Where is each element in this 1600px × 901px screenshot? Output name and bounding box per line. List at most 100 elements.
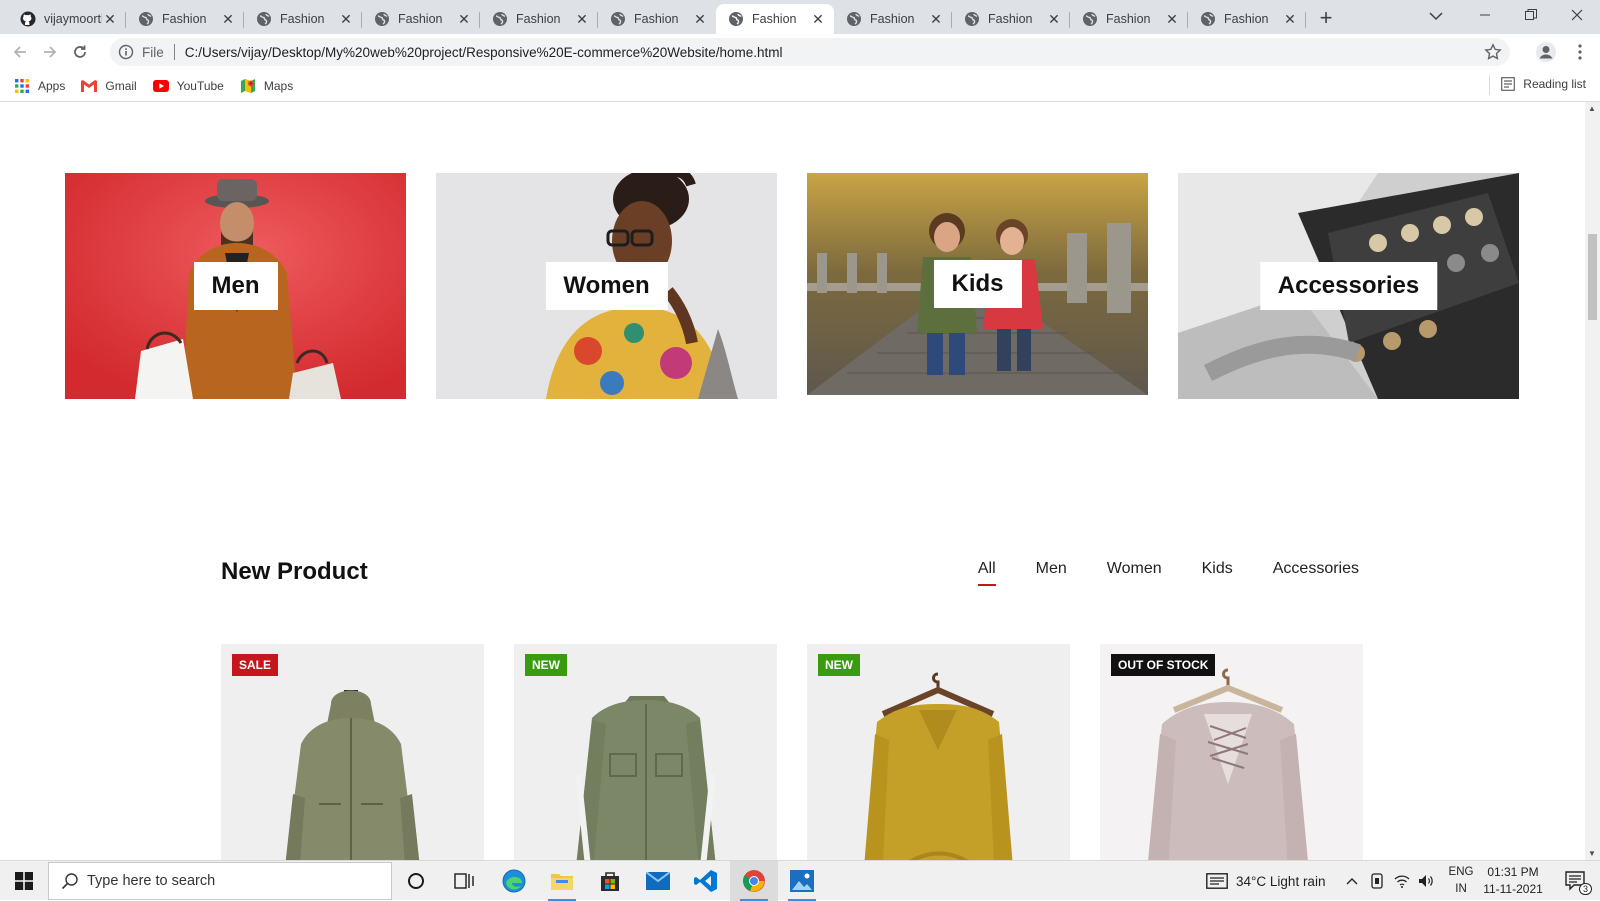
cortana-button[interactable]	[392, 861, 440, 901]
browser-tab[interactable]: Fashion ✕	[834, 4, 952, 34]
info-icon[interactable]	[118, 44, 134, 60]
forward-button[interactable]	[36, 38, 64, 66]
star-icon[interactable]	[1484, 43, 1502, 61]
product-card[interactable]: NEW	[807, 644, 1070, 860]
close-icon[interactable]: ✕	[456, 11, 472, 27]
filter-tab-men[interactable]: Men	[1036, 560, 1067, 578]
filter-tab-accessories[interactable]: Accessories	[1273, 560, 1359, 578]
close-icon[interactable]: ✕	[928, 11, 944, 27]
browser-tab[interactable]: Fashion ✕	[480, 4, 598, 34]
browser-tab[interactable]: Fashion ✕	[598, 4, 716, 34]
tab-search-button[interactable]	[1422, 4, 1450, 28]
start-button[interactable]	[0, 861, 48, 901]
weather-widget[interactable]: 34°C Light rain	[1206, 861, 1325, 901]
close-window-button[interactable]	[1554, 0, 1600, 30]
filter-tab-kids[interactable]: Kids	[1202, 560, 1233, 578]
scroll-up-arrow-icon[interactable]: ▲	[1588, 104, 1596, 113]
product-badge-new: NEW	[525, 654, 567, 676]
action-center-button[interactable]: 3	[1552, 861, 1600, 901]
device-icon[interactable]	[1370, 873, 1384, 889]
bookmark-label: Apps	[38, 78, 66, 93]
bookmark-label: Maps	[263, 78, 294, 93]
new-tab-button[interactable]: +	[1310, 4, 1342, 34]
product-card[interactable]: NEW	[514, 644, 777, 860]
close-icon[interactable]: ✕	[692, 11, 708, 27]
bookmark-maps[interactable]: Maps	[240, 78, 293, 94]
taskbar-clock[interactable]: 01:31 PM 11-11-2021	[1480, 864, 1546, 898]
browser-tab[interactable]: Fashion ✕	[126, 4, 244, 34]
page-scrollbar[interactable]: ▲ ▼	[1585, 102, 1600, 860]
product-card[interactable]: OUT OF STOCK	[1100, 644, 1363, 860]
bookmark-youtube[interactable]: YouTube	[152, 78, 224, 94]
tab-title: Fashion	[398, 12, 443, 26]
reading-list-button[interactable]: Reading list	[1489, 75, 1586, 95]
taskbar-app-vscode[interactable]	[682, 861, 730, 901]
arrow-left-icon	[13, 46, 26, 58]
maps-icon	[240, 78, 256, 94]
bookmark-label: YouTube	[176, 78, 224, 93]
taskbar-app-file-explorer[interactable]	[538, 861, 586, 901]
more-vertical-icon	[1578, 44, 1582, 60]
back-button[interactable]	[6, 38, 34, 66]
browser-tab[interactable]: Fashion ✕	[1188, 4, 1306, 34]
tab-title: Fashion	[634, 12, 679, 26]
bookmark-gmail[interactable]: Gmail	[81, 78, 137, 94]
reload-button[interactable]	[66, 38, 94, 66]
profile-button[interactable]	[1532, 38, 1560, 66]
url-scheme-label: File	[142, 44, 164, 60]
browser-tab-active[interactable]: Fashion ✕	[716, 4, 834, 34]
restore-button[interactable]	[1508, 0, 1554, 30]
product-image	[221, 644, 484, 860]
filter-tab-all[interactable]: All	[977, 560, 996, 586]
close-icon[interactable]: ✕	[102, 11, 118, 27]
taskbar-app-edge[interactable]	[490, 861, 538, 901]
close-icon[interactable]: ✕	[338, 11, 354, 27]
category-card-kids[interactable]: Kids	[807, 173, 1148, 395]
tab-title: Fashion	[1106, 12, 1151, 26]
close-icon[interactable]: ✕	[1164, 11, 1180, 27]
close-icon[interactable]: ✕	[220, 11, 236, 27]
close-icon[interactable]: ✕	[574, 11, 590, 27]
browser-tab[interactable]: Fashion ✕	[362, 4, 480, 34]
edge-icon	[502, 869, 526, 893]
browser-tab[interactable]: Fashion ✕	[952, 4, 1070, 34]
minimize-icon	[1480, 14, 1490, 16]
browser-tab[interactable]: Fashion ✕	[244, 4, 362, 34]
globe-icon	[375, 12, 389, 26]
close-icon[interactable]: ✕	[1046, 11, 1062, 27]
url-text[interactable]: C:/Users/vijay/Desktop/My%20web%20projec…	[185, 45, 783, 60]
product-badge-sale: SALE	[232, 654, 279, 676]
chrome-icon	[743, 870, 765, 892]
filter-tab-women[interactable]: Women	[1107, 560, 1162, 578]
product-card[interactable]: SALE	[221, 644, 484, 860]
tab-title: Fashion	[280, 12, 325, 26]
browser-tab[interactable]: vijaymoorthy ✕	[8, 4, 126, 34]
reload-icon	[74, 45, 86, 58]
scroll-down-arrow-icon[interactable]: ▼	[1588, 849, 1596, 858]
volume-icon[interactable]	[1418, 874, 1434, 888]
taskbar-app-mail[interactable]	[634, 861, 682, 901]
wifi-icon[interactable]	[1394, 874, 1410, 888]
github-icon	[20, 11, 36, 27]
search-icon	[61, 873, 78, 890]
taskbar-app-photos[interactable]	[778, 861, 826, 901]
bookmark-apps[interactable]: Apps	[14, 78, 65, 94]
address-bar[interactable]: File C:/Users/vijay/Desktop/My%20web%20p…	[110, 38, 1510, 66]
taskbar-search-box[interactable]: Type here to search	[48, 862, 392, 900]
input-language-indicator[interactable]: ENG IN	[1446, 864, 1476, 898]
scrollbar-thumb[interactable]	[1588, 234, 1597, 320]
browser-menu-button[interactable]	[1568, 38, 1592, 66]
category-card-men[interactable]: Men	[65, 173, 406, 399]
browser-tab[interactable]: Fashion ✕	[1070, 4, 1188, 34]
category-card-accessories[interactable]: Accessories	[1178, 173, 1519, 399]
task-view-button[interactable]	[440, 861, 488, 901]
chevron-up-icon[interactable]	[1346, 877, 1358, 885]
bookmarks-bar: Apps Gmail YouTube Maps Reading list	[0, 70, 1600, 102]
taskbar-app-store[interactable]	[586, 861, 634, 901]
close-icon[interactable]: ✕	[1282, 11, 1298, 27]
category-card-women[interactable]: Women	[436, 173, 777, 399]
minimize-button[interactable]	[1462, 0, 1508, 30]
close-icon[interactable]: ✕	[810, 11, 826, 27]
taskbar-app-chrome[interactable]	[730, 861, 778, 901]
tab-title: Fashion	[516, 12, 561, 26]
